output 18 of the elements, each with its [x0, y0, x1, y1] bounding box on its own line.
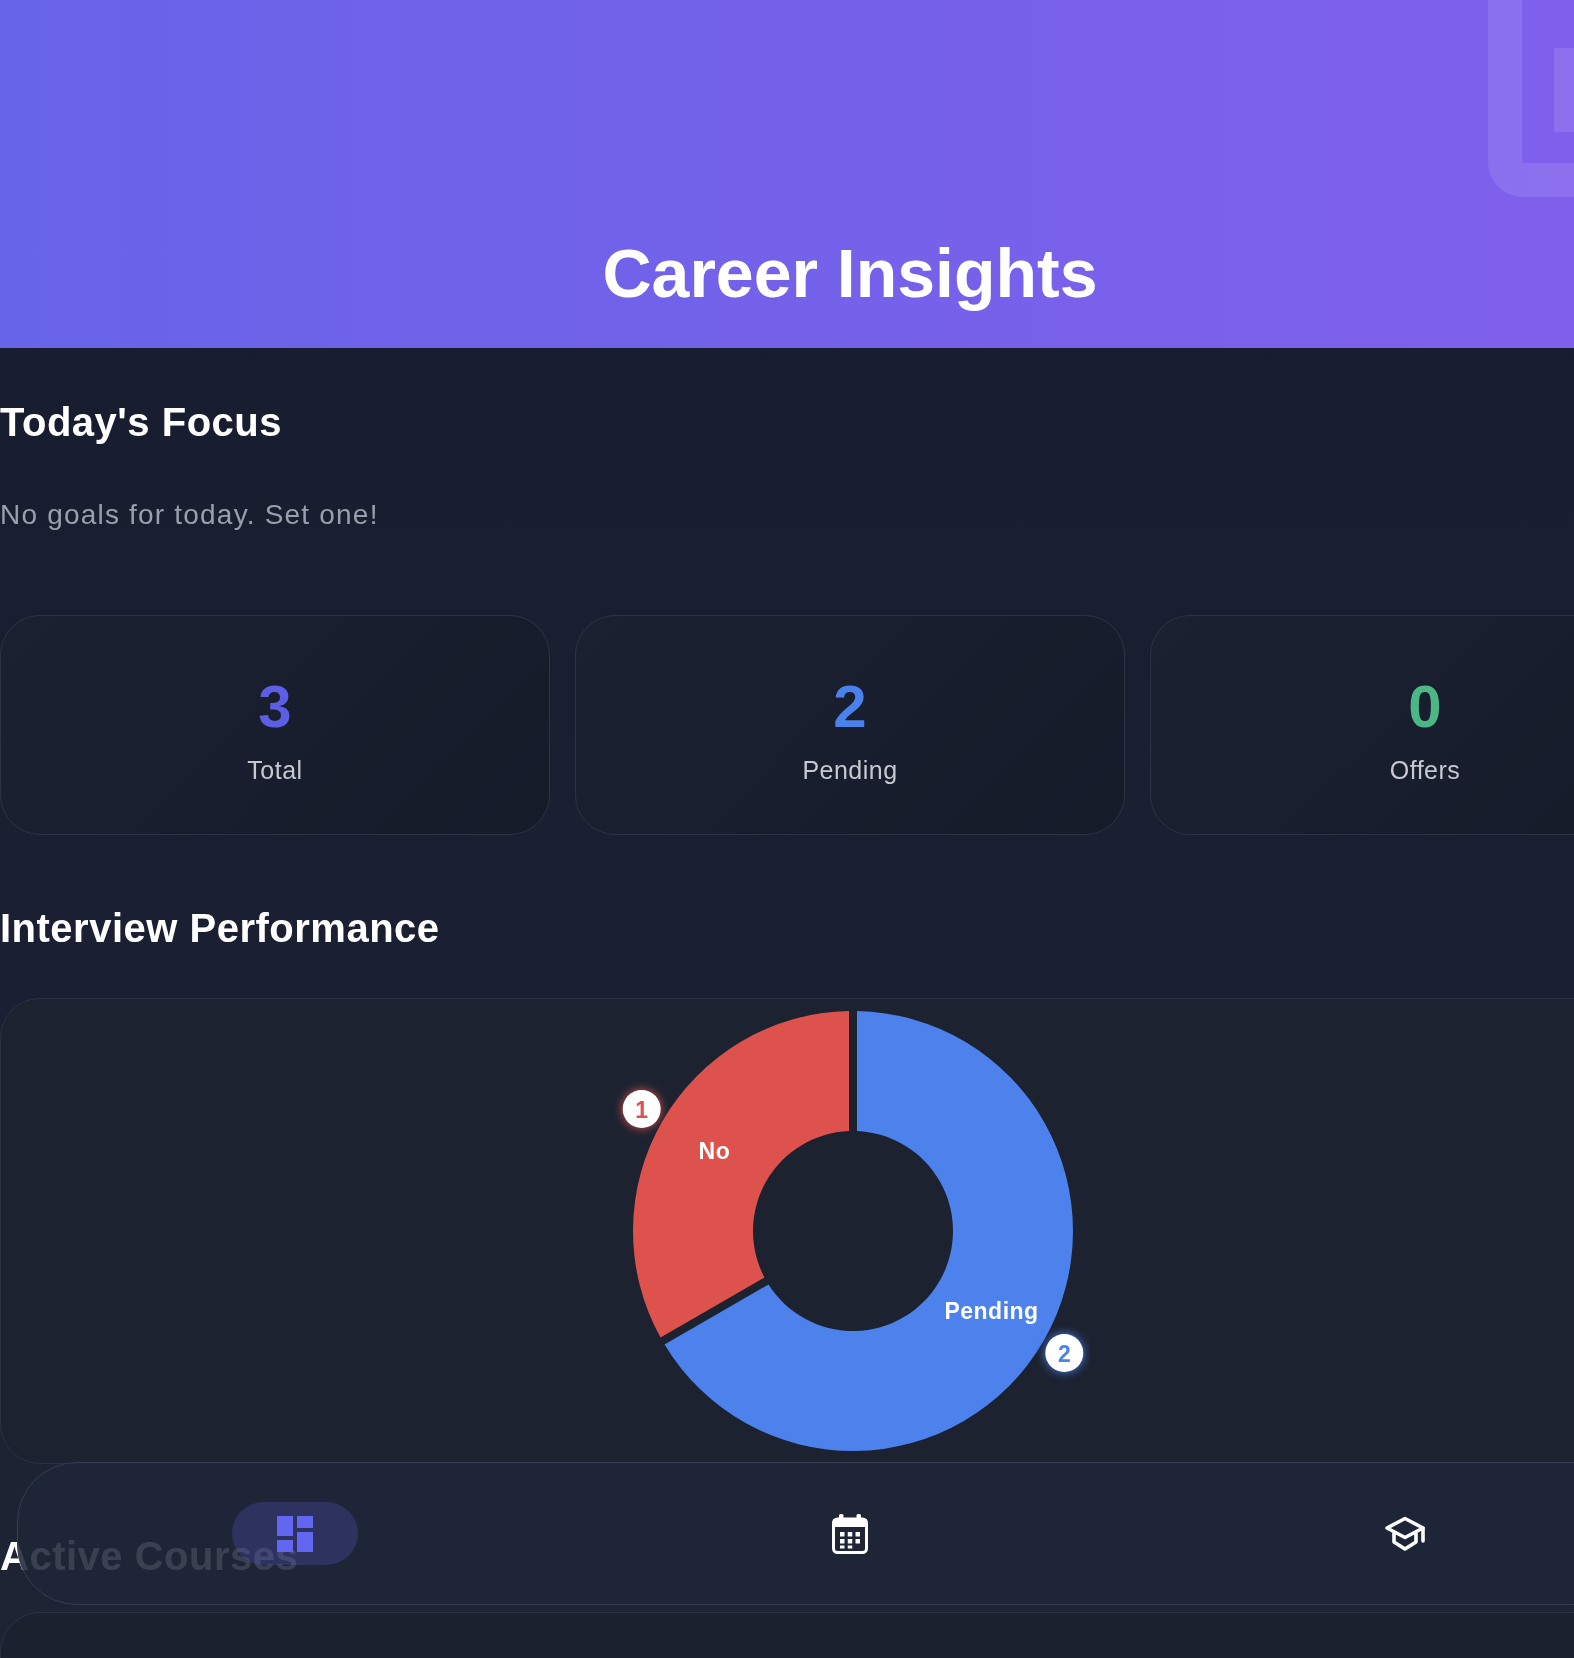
- slice-label: Pending: [944, 1298, 1039, 1324]
- page-title: Career Insights: [602, 234, 1098, 313]
- stat-value: 0: [1408, 677, 1442, 737]
- graduation-cap-icon: [1382, 1515, 1427, 1552]
- empty-goals-message: No goals for today. Set one!: [0, 498, 379, 532]
- data-label: 2: [1057, 1341, 1071, 1367]
- stat-label: Total: [247, 755, 303, 785]
- data-label: 1: [635, 1097, 649, 1123]
- stat-value: 3: [258, 677, 292, 737]
- value-badge: 2: [1045, 1334, 1084, 1372]
- value-badge: 1: [622, 1090, 661, 1128]
- slice-label: No: [698, 1138, 731, 1164]
- calendar-icon: [832, 1513, 868, 1554]
- section-heading: Today's Focus: [0, 399, 282, 446]
- section-heading: Interview Performance: [0, 905, 440, 952]
- stat-label: Offers: [1389, 755, 1461, 785]
- stat-value: 2: [833, 677, 867, 737]
- stat-label: Pending: [802, 755, 898, 785]
